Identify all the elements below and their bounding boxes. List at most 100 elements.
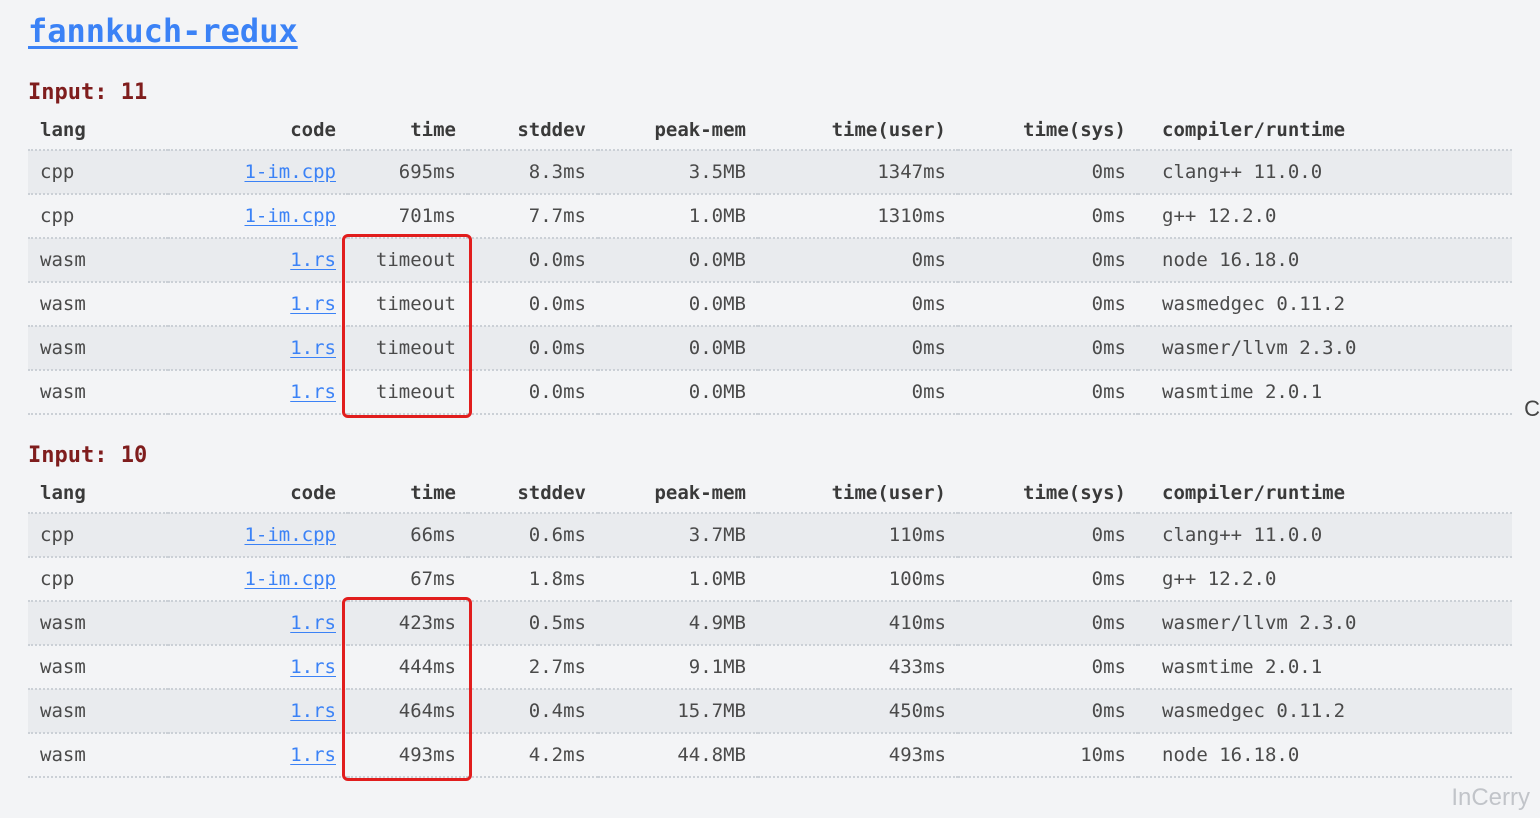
cell: g++ 12.2.0: [1138, 557, 1512, 601]
cell: 10ms: [958, 733, 1138, 777]
cell: 0.5ms: [468, 601, 598, 645]
results-table: langcodetimestddevpeak-memtime(user)time…: [28, 111, 1512, 415]
cell: 7.7ms: [468, 194, 598, 238]
cell: 1.8ms: [468, 557, 598, 601]
cell: 0ms: [958, 557, 1138, 601]
code-link[interactable]: 1.rs: [290, 612, 336, 634]
cell: 1.rs: [168, 282, 348, 326]
cell: wasm: [28, 733, 168, 777]
cell: 1.rs: [168, 689, 348, 733]
cell: wasm: [28, 645, 168, 689]
col-header: time(user): [758, 111, 958, 150]
section-label: Input: 11: [28, 80, 1512, 105]
table-row: wasm1.rstimeout0.0ms0.0MB0ms0mswasmtime …: [28, 370, 1512, 414]
cell: 8.3ms: [468, 150, 598, 194]
cell: cpp: [28, 513, 168, 557]
cell: 0.4ms: [468, 689, 598, 733]
table-row: cpp1-im.cpp695ms8.3ms3.5MB1347ms0msclang…: [28, 150, 1512, 194]
col-header: stddev: [468, 111, 598, 150]
cell: 1310ms: [758, 194, 958, 238]
cell: 0.0ms: [468, 370, 598, 414]
cell: 444ms: [348, 645, 468, 689]
cell: 2.7ms: [468, 645, 598, 689]
col-header: peak-mem: [598, 474, 758, 513]
cell: 4.9MB: [598, 601, 758, 645]
cell: 3.5MB: [598, 150, 758, 194]
cell: 493ms: [348, 733, 468, 777]
cell: node 16.18.0: [1138, 238, 1512, 282]
cell: 1.rs: [168, 326, 348, 370]
cell: 0ms: [958, 645, 1138, 689]
cell: 1-im.cpp: [168, 557, 348, 601]
cell: wasm: [28, 238, 168, 282]
cell: wasm: [28, 601, 168, 645]
code-link[interactable]: 1.rs: [290, 700, 336, 722]
code-link[interactable]: 1-im.cpp: [244, 524, 336, 546]
code-link[interactable]: 1.rs: [290, 249, 336, 271]
cell: node 16.18.0: [1138, 733, 1512, 777]
cell: 493ms: [758, 733, 958, 777]
col-header: code: [168, 474, 348, 513]
col-header: compiler/runtime: [1138, 111, 1512, 150]
code-link[interactable]: 1.rs: [290, 337, 336, 359]
cell: wasm: [28, 689, 168, 733]
cell: 0.6ms: [468, 513, 598, 557]
cell: 0.0ms: [468, 326, 598, 370]
cell: 44.8MB: [598, 733, 758, 777]
code-link[interactable]: 1.rs: [290, 656, 336, 678]
cell: 695ms: [348, 150, 468, 194]
cell: 1-im.cpp: [168, 194, 348, 238]
cell: 1-im.cpp: [168, 150, 348, 194]
title-link[interactable]: fannkuch-redux: [28, 12, 298, 50]
cell: 0ms: [958, 282, 1138, 326]
cell: 1.rs: [168, 733, 348, 777]
cell: wasm: [28, 326, 168, 370]
col-header: peak-mem: [598, 111, 758, 150]
col-header: code: [168, 111, 348, 150]
code-link[interactable]: 1-im.cpp: [244, 568, 336, 590]
cell: 100ms: [758, 557, 958, 601]
cell: 0.0ms: [468, 282, 598, 326]
table-row: wasm1.rs423ms0.5ms4.9MB410ms0mswasmer/ll…: [28, 601, 1512, 645]
col-header: time: [348, 111, 468, 150]
cell: 3.7MB: [598, 513, 758, 557]
cell: 1.0MB: [598, 557, 758, 601]
cell: 15.7MB: [598, 689, 758, 733]
cell: g++ 12.2.0: [1138, 194, 1512, 238]
col-header: lang: [28, 111, 168, 150]
cell: 0.0MB: [598, 282, 758, 326]
col-header: time: [348, 474, 468, 513]
cell: 4.2ms: [468, 733, 598, 777]
cell: 0ms: [958, 370, 1138, 414]
table-row: wasm1.rs464ms0.4ms15.7MB450ms0mswasmedge…: [28, 689, 1512, 733]
cell: clang++ 11.0.0: [1138, 150, 1512, 194]
col-header: time(user): [758, 474, 958, 513]
col-header: time(sys): [958, 111, 1138, 150]
cell: 0ms: [958, 238, 1138, 282]
cell: 9.1MB: [598, 645, 758, 689]
code-link[interactable]: 1-im.cpp: [244, 205, 336, 227]
col-header: lang: [28, 474, 168, 513]
cell: 1.rs: [168, 645, 348, 689]
cell: 0ms: [958, 326, 1138, 370]
code-link[interactable]: 1.rs: [290, 744, 336, 766]
cell: 433ms: [758, 645, 958, 689]
cell: 0.0MB: [598, 370, 758, 414]
table-row: cpp1-im.cpp701ms7.7ms1.0MB1310ms0msg++ 1…: [28, 194, 1512, 238]
cell: 0ms: [958, 689, 1138, 733]
cell: 0ms: [758, 282, 958, 326]
cell: 1.rs: [168, 601, 348, 645]
cell: 464ms: [348, 689, 468, 733]
cell: 423ms: [348, 601, 468, 645]
cell: 0ms: [758, 238, 958, 282]
code-link[interactable]: 1.rs: [290, 293, 336, 315]
cell: 1.rs: [168, 238, 348, 282]
code-link[interactable]: 1-im.cpp: [244, 161, 336, 183]
side-char: C: [1524, 396, 1540, 422]
cell: 0ms: [958, 601, 1138, 645]
cell: 0ms: [958, 513, 1138, 557]
table-row: wasm1.rstimeout0.0ms0.0MB0ms0msnode 16.1…: [28, 238, 1512, 282]
cell: wasmedgec 0.11.2: [1138, 689, 1512, 733]
code-link[interactable]: 1.rs: [290, 381, 336, 403]
cell: 0.0MB: [598, 326, 758, 370]
